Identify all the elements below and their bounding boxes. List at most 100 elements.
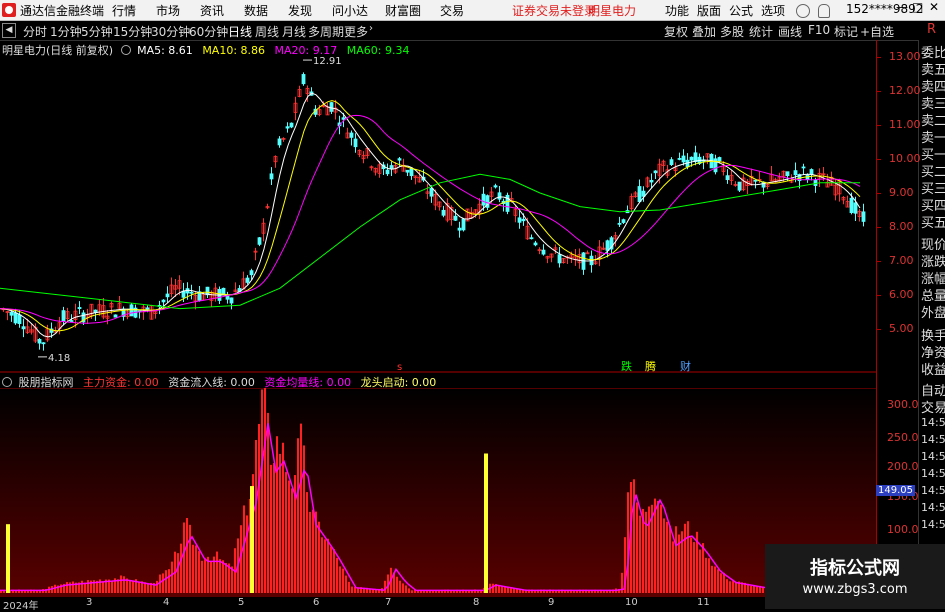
quote-tab-24[interactable]: 14:56 bbox=[921, 450, 945, 463]
menu-xuanxiang[interactable]: 选项 bbox=[761, 2, 785, 19]
candle-body bbox=[533, 242, 538, 246]
legend-ma60: MA60: 9.34 bbox=[346, 44, 410, 57]
menu-faxian[interactable]: 发现 bbox=[288, 2, 312, 19]
candle-body bbox=[605, 240, 610, 251]
period-1min[interactable]: 1分钟 bbox=[50, 23, 82, 40]
settings-icon[interactable] bbox=[120, 45, 131, 55]
indicator-bar bbox=[324, 539, 326, 593]
candle-body bbox=[385, 169, 390, 175]
app-title: 通达信金融终端 bbox=[20, 4, 105, 18]
menu-hangqing[interactable]: 行情 bbox=[112, 2, 136, 19]
kline-chart[interactable]: 12.914.18跌腾财s bbox=[0, 40, 876, 373]
indicator-bar bbox=[675, 526, 677, 593]
quote-tab-21[interactable]: 交易 bbox=[921, 397, 945, 416]
period-weekly[interactable]: 周线 bbox=[255, 23, 279, 40]
bell-icon[interactable] bbox=[818, 4, 830, 18]
chevron-right-icon[interactable]: › bbox=[369, 23, 373, 34]
tool-duogu[interactable]: 多股 bbox=[720, 23, 744, 40]
period-fenshi[interactable]: 分时 bbox=[23, 23, 47, 40]
time-label: 3 bbox=[86, 597, 93, 608]
tool-fuquan[interactable]: 复权 bbox=[664, 23, 688, 40]
indicator-bar bbox=[666, 521, 668, 593]
period-multi[interactable]: 多周期 bbox=[308, 23, 344, 40]
maximize-button[interactable]: □ bbox=[912, 0, 923, 14]
period-daily[interactable]: 日线 bbox=[228, 23, 252, 40]
indicator-bar bbox=[255, 440, 257, 593]
indicator-bar bbox=[699, 549, 701, 593]
quote-tab-0[interactable]: R bbox=[927, 22, 936, 37]
indicator-bar bbox=[102, 581, 104, 593]
indicator-bar bbox=[498, 585, 500, 593]
candle-body bbox=[621, 219, 626, 223]
period-5min[interactable]: 5分钟 bbox=[81, 23, 113, 40]
candle-body bbox=[277, 138, 282, 146]
tool-diejia[interactable]: 叠加 bbox=[692, 23, 716, 40]
tool-biaoji[interactable]: 标记 bbox=[834, 23, 858, 40]
tool-zixuan[interactable]: +自选 bbox=[860, 23, 894, 40]
indicator-bar bbox=[492, 583, 494, 593]
user-icon[interactable] bbox=[796, 4, 810, 18]
menu-gongshi[interactable]: 公式 bbox=[729, 2, 753, 19]
indicator-chart[interactable] bbox=[0, 388, 876, 597]
menu-zixun[interactable]: 资讯 bbox=[200, 2, 224, 19]
quote-tab-16[interactable]: 外盘 bbox=[921, 302, 945, 321]
candle-body bbox=[853, 202, 858, 214]
period-monthly[interactable]: 月线 bbox=[282, 23, 306, 40]
indicator-bar bbox=[219, 559, 221, 593]
indicator-bar bbox=[336, 557, 338, 593]
minimize-button[interactable]: — bbox=[896, 0, 908, 14]
settings-icon[interactable] bbox=[2, 377, 12, 387]
indicator-bar bbox=[312, 509, 314, 593]
indicator-bar bbox=[87, 580, 89, 593]
back-icon[interactable]: ◀ bbox=[2, 23, 16, 38]
menu-shichang[interactable]: 市场 bbox=[156, 2, 180, 19]
candle-body bbox=[397, 158, 402, 161]
quote-tab-11[interactable]: 买五 bbox=[921, 212, 945, 231]
period-60min[interactable]: 60分钟 bbox=[189, 23, 228, 40]
candle-body bbox=[453, 215, 458, 221]
candle-body bbox=[637, 186, 642, 203]
candle-body bbox=[753, 179, 758, 182]
quote-tab-19[interactable]: 收益 bbox=[921, 359, 945, 378]
tool-f10[interactable]: F10 bbox=[808, 23, 830, 37]
price-tick: 5.00 bbox=[889, 322, 914, 335]
menu-wenxiaoda[interactable]: 问小达 bbox=[332, 2, 368, 19]
quote-tab-27[interactable]: 14:56 bbox=[921, 501, 945, 514]
quote-tab-26[interactable]: 14:56 bbox=[921, 484, 945, 497]
menu-gongneng[interactable]: 功能 bbox=[665, 2, 689, 19]
menu-shuju[interactable]: 数据 bbox=[244, 2, 268, 19]
menu-banmian[interactable]: 版面 bbox=[697, 2, 721, 19]
menu-caifuquan[interactable]: 财富圈 bbox=[385, 2, 421, 19]
quote-tab-22[interactable]: 14:56 bbox=[921, 416, 945, 429]
login-warning[interactable]: 证券交易未登录 bbox=[512, 2, 596, 19]
period-more[interactable]: 更多 bbox=[344, 23, 368, 40]
quote-tab-28[interactable]: 14:56 bbox=[921, 518, 945, 531]
candle-body bbox=[493, 185, 498, 188]
quote-tab-25[interactable]: 14:56 bbox=[921, 467, 945, 480]
tool-huaxian[interactable]: 画线 bbox=[778, 23, 802, 40]
candle-body bbox=[429, 188, 434, 197]
indicator-bar bbox=[657, 500, 659, 593]
period-15min[interactable]: 15分钟 bbox=[113, 23, 152, 40]
candle-body bbox=[37, 339, 42, 344]
indicator-bar bbox=[171, 561, 173, 593]
indicator-bar bbox=[168, 569, 170, 593]
indicator-bar bbox=[330, 546, 332, 593]
candle-body bbox=[849, 197, 854, 213]
close-button[interactable]: ✕ bbox=[929, 0, 939, 14]
indicator-bar bbox=[705, 557, 707, 593]
watermark-url: www.zbgs3.com bbox=[802, 582, 908, 597]
candle-body bbox=[669, 159, 674, 166]
indicator-bar bbox=[396, 576, 398, 593]
indicator-bar bbox=[342, 568, 344, 593]
tool-tongji[interactable]: 统计 bbox=[749, 23, 773, 40]
indicator-bar bbox=[636, 502, 638, 593]
candle-body bbox=[301, 74, 306, 85]
menu-jiaoyi[interactable]: 交易 bbox=[440, 2, 464, 19]
marker-cai: 财 bbox=[680, 359, 691, 373]
period-30min[interactable]: 30分钟 bbox=[151, 23, 190, 40]
quote-tab-23[interactable]: 14:56 bbox=[921, 433, 945, 446]
candle-body bbox=[677, 158, 682, 160]
indicator-bar bbox=[327, 538, 329, 593]
candle-body bbox=[457, 227, 462, 231]
